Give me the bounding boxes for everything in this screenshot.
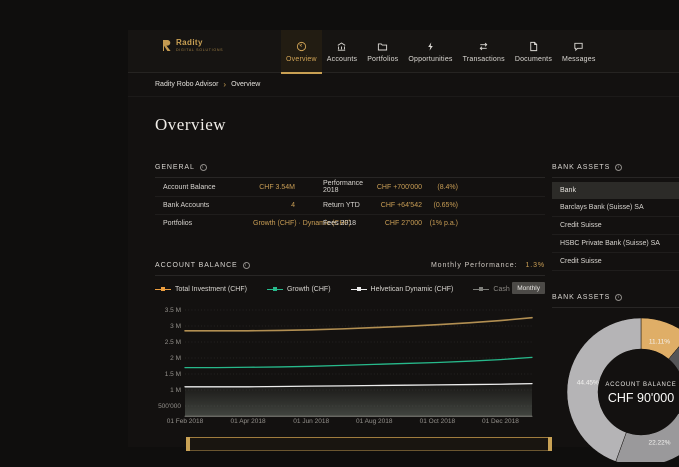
bank-row[interactable]: Barclays Bank (Suisse) SA <box>552 199 679 217</box>
breadcrumb-current: Overview <box>231 81 260 88</box>
bank-column-header[interactable]: Bank <box>552 182 679 199</box>
tab-transactions[interactable]: Transactions <box>458 30 510 73</box>
general-section: GENERAL Account Balance CHF 3.54M Perfor… <box>155 160 545 232</box>
chart-range-brush[interactable] <box>186 437 552 451</box>
general-row: Account Balance CHF 3.54M Performance 20… <box>155 178 545 196</box>
radity-logo-icon <box>163 40 172 52</box>
tab-accounts[interactable]: Accounts <box>322 30 362 73</box>
svg-text:01 Oct 2018: 01 Oct 2018 <box>420 418 456 425</box>
brand-logo[interactable]: Radity DIGITAL SOLUTIONS <box>163 39 223 53</box>
bank-row[interactable]: Credit Suisse <box>552 217 679 235</box>
legend-item-growth[interactable]: Growth (CHF) <box>267 286 331 293</box>
legend-item-total-investment[interactable]: Total Investment (CHF) <box>155 286 247 293</box>
bank-assets-list-section: BANK ASSETS Bank Barclays Bank (Suisse) … <box>552 160 679 271</box>
bank-row[interactable]: HSBC Private Bank (Suisse) SA <box>552 235 679 253</box>
breadcrumb: Radity Robo Advisor › Overview <box>128 73 679 97</box>
svg-text:ACCOUNT BALANCE: ACCOUNT BALANCE <box>605 382 676 388</box>
general-value: CHF +700'000 <box>373 184 422 191</box>
general-label: Bank Accounts <box>163 202 253 209</box>
svg-text:01 Feb 2018: 01 Feb 2018 <box>167 418 204 425</box>
general-row: Portfolios Growth (CHF) · Dynamic (CHF) … <box>155 214 545 232</box>
svg-text:01 Apr 2018: 01 Apr 2018 <box>231 418 266 425</box>
general-heading: GENERAL <box>155 164 195 171</box>
general-percent: (8.4%) <box>422 184 458 191</box>
document-icon <box>528 41 539 52</box>
chat-bubble-icon <box>573 41 584 52</box>
general-value: CHF +64'542 <box>373 202 422 209</box>
bank-icon <box>336 41 347 52</box>
general-value: CHF 3.54M <box>253 184 295 191</box>
info-icon[interactable] <box>615 294 622 301</box>
account-balance-heading: ACCOUNT BALANCE <box>155 262 238 269</box>
bolt-icon <box>425 41 436 52</box>
svg-text:1 M: 1 M <box>170 387 181 394</box>
general-percent: (1% p.a.) <box>422 220 458 227</box>
svg-text:1.5 M: 1.5 M <box>165 371 181 378</box>
gauge-icon <box>296 41 307 52</box>
legend-marker <box>155 287 171 291</box>
svg-text:CHF 90'000: CHF 90'000 <box>608 391 674 405</box>
bank-row[interactable]: Credit Suisse <box>552 253 679 271</box>
svg-text:22.22%: 22.22% <box>648 440 670 447</box>
monthly-performance-value: 1.3% <box>525 262 545 269</box>
general-label: Return YTD <box>323 202 373 209</box>
monthly-performance-label: Monthly Performance: <box>431 262 517 269</box>
folder-icon <box>377 41 388 52</box>
svg-text:01 Jun 2018: 01 Jun 2018 <box>293 418 329 425</box>
svg-text:2 M: 2 M <box>170 355 181 362</box>
divider <box>155 275 545 276</box>
swap-arrows-icon <box>478 41 489 52</box>
tab-opportunities[interactable]: Opportunities <box>403 30 457 73</box>
legend-marker <box>267 287 283 291</box>
info-icon[interactable] <box>243 262 250 269</box>
svg-text:3.5 M: 3.5 M <box>165 307 181 314</box>
breadcrumb-root[interactable]: Radity Robo Advisor <box>155 81 218 88</box>
legend-marker <box>351 287 367 291</box>
legend-item-helvetican-dynamic[interactable]: Helvetican Dynamic (CHF) <box>351 286 454 293</box>
brush-handle-left[interactable] <box>186 437 190 451</box>
svg-text:2.5 M: 2.5 M <box>165 339 181 346</box>
svg-text:44.45%: 44.45% <box>577 380 599 387</box>
general-row: Bank Accounts 4 Return YTD CHF +64'542 (… <box>155 196 545 214</box>
app-window: Radity DIGITAL SOLUTIONS Overview Accoun… <box>128 30 679 447</box>
general-label: Performance 2018 <box>323 180 373 194</box>
bank-assets-donut-section: BANK ASSETS 11.11%22.22%44.45%ACCOUNT BA… <box>552 290 679 308</box>
divider <box>552 177 679 178</box>
tab-messages[interactable]: Messages <box>557 30 601 73</box>
page-title: Overview <box>155 115 226 135</box>
balance-line-chart: 3.5 M 3 M 2.5 M 2 M 1.5 M 1 M 500'000 01 Feb 20… <box>155 302 545 430</box>
legend-marker <box>473 287 489 291</box>
tab-documents[interactable]: Documents <box>510 30 557 73</box>
general-label: Portfolios <box>163 220 253 227</box>
bank-assets-heading: BANK ASSETS <box>552 294 610 301</box>
account-balance-section: ACCOUNT BALANCE Monthly Performance: 1.3… <box>155 258 545 447</box>
tab-portfolios[interactable]: Portfolios <box>362 30 403 73</box>
bank-assets-heading: BANK ASSETS <box>552 164 610 171</box>
period-monthly-button[interactable]: Monthly <box>512 282 545 294</box>
brand-name: Radity <box>176 39 223 47</box>
chart-legend: Total Investment (CHF) Growth (CHF) Helv… <box>155 282 545 296</box>
chevron-right-icon: › <box>223 80 226 89</box>
general-value: Growth (CHF) · Dynamic (CHF) <box>253 220 295 227</box>
svg-text:3 M: 3 M <box>170 323 181 330</box>
bank-assets-donut-chart: 11.11% 22.22% 44.45% ACCOUNT BALANCE CHF 90'… <box>552 312 679 462</box>
svg-text:01 Aug 2018: 01 Aug 2018 <box>356 418 393 425</box>
general-percent: (0.65%) <box>422 202 458 209</box>
svg-text:11.11%: 11.11% <box>649 338 670 345</box>
general-value: CHF 27'000 <box>373 220 422 227</box>
info-icon[interactable] <box>200 164 207 171</box>
top-nav: Radity DIGITAL SOLUTIONS Overview Accoun… <box>128 30 679 73</box>
info-icon[interactable] <box>615 164 622 171</box>
general-label: Fees 2018 <box>323 220 373 227</box>
svg-text:500'000: 500'000 <box>158 403 181 410</box>
tab-overview[interactable]: Overview <box>281 30 322 73</box>
svg-text:01 Dec 2018: 01 Dec 2018 <box>482 418 519 425</box>
divider <box>552 307 679 308</box>
general-label: Account Balance <box>163 184 253 191</box>
nav-tabs: Overview Accounts Portfolios Opportuniti… <box>281 30 601 73</box>
general-value: 4 <box>253 202 295 209</box>
brand-tagline: DIGITAL SOLUTIONS <box>176 49 223 53</box>
